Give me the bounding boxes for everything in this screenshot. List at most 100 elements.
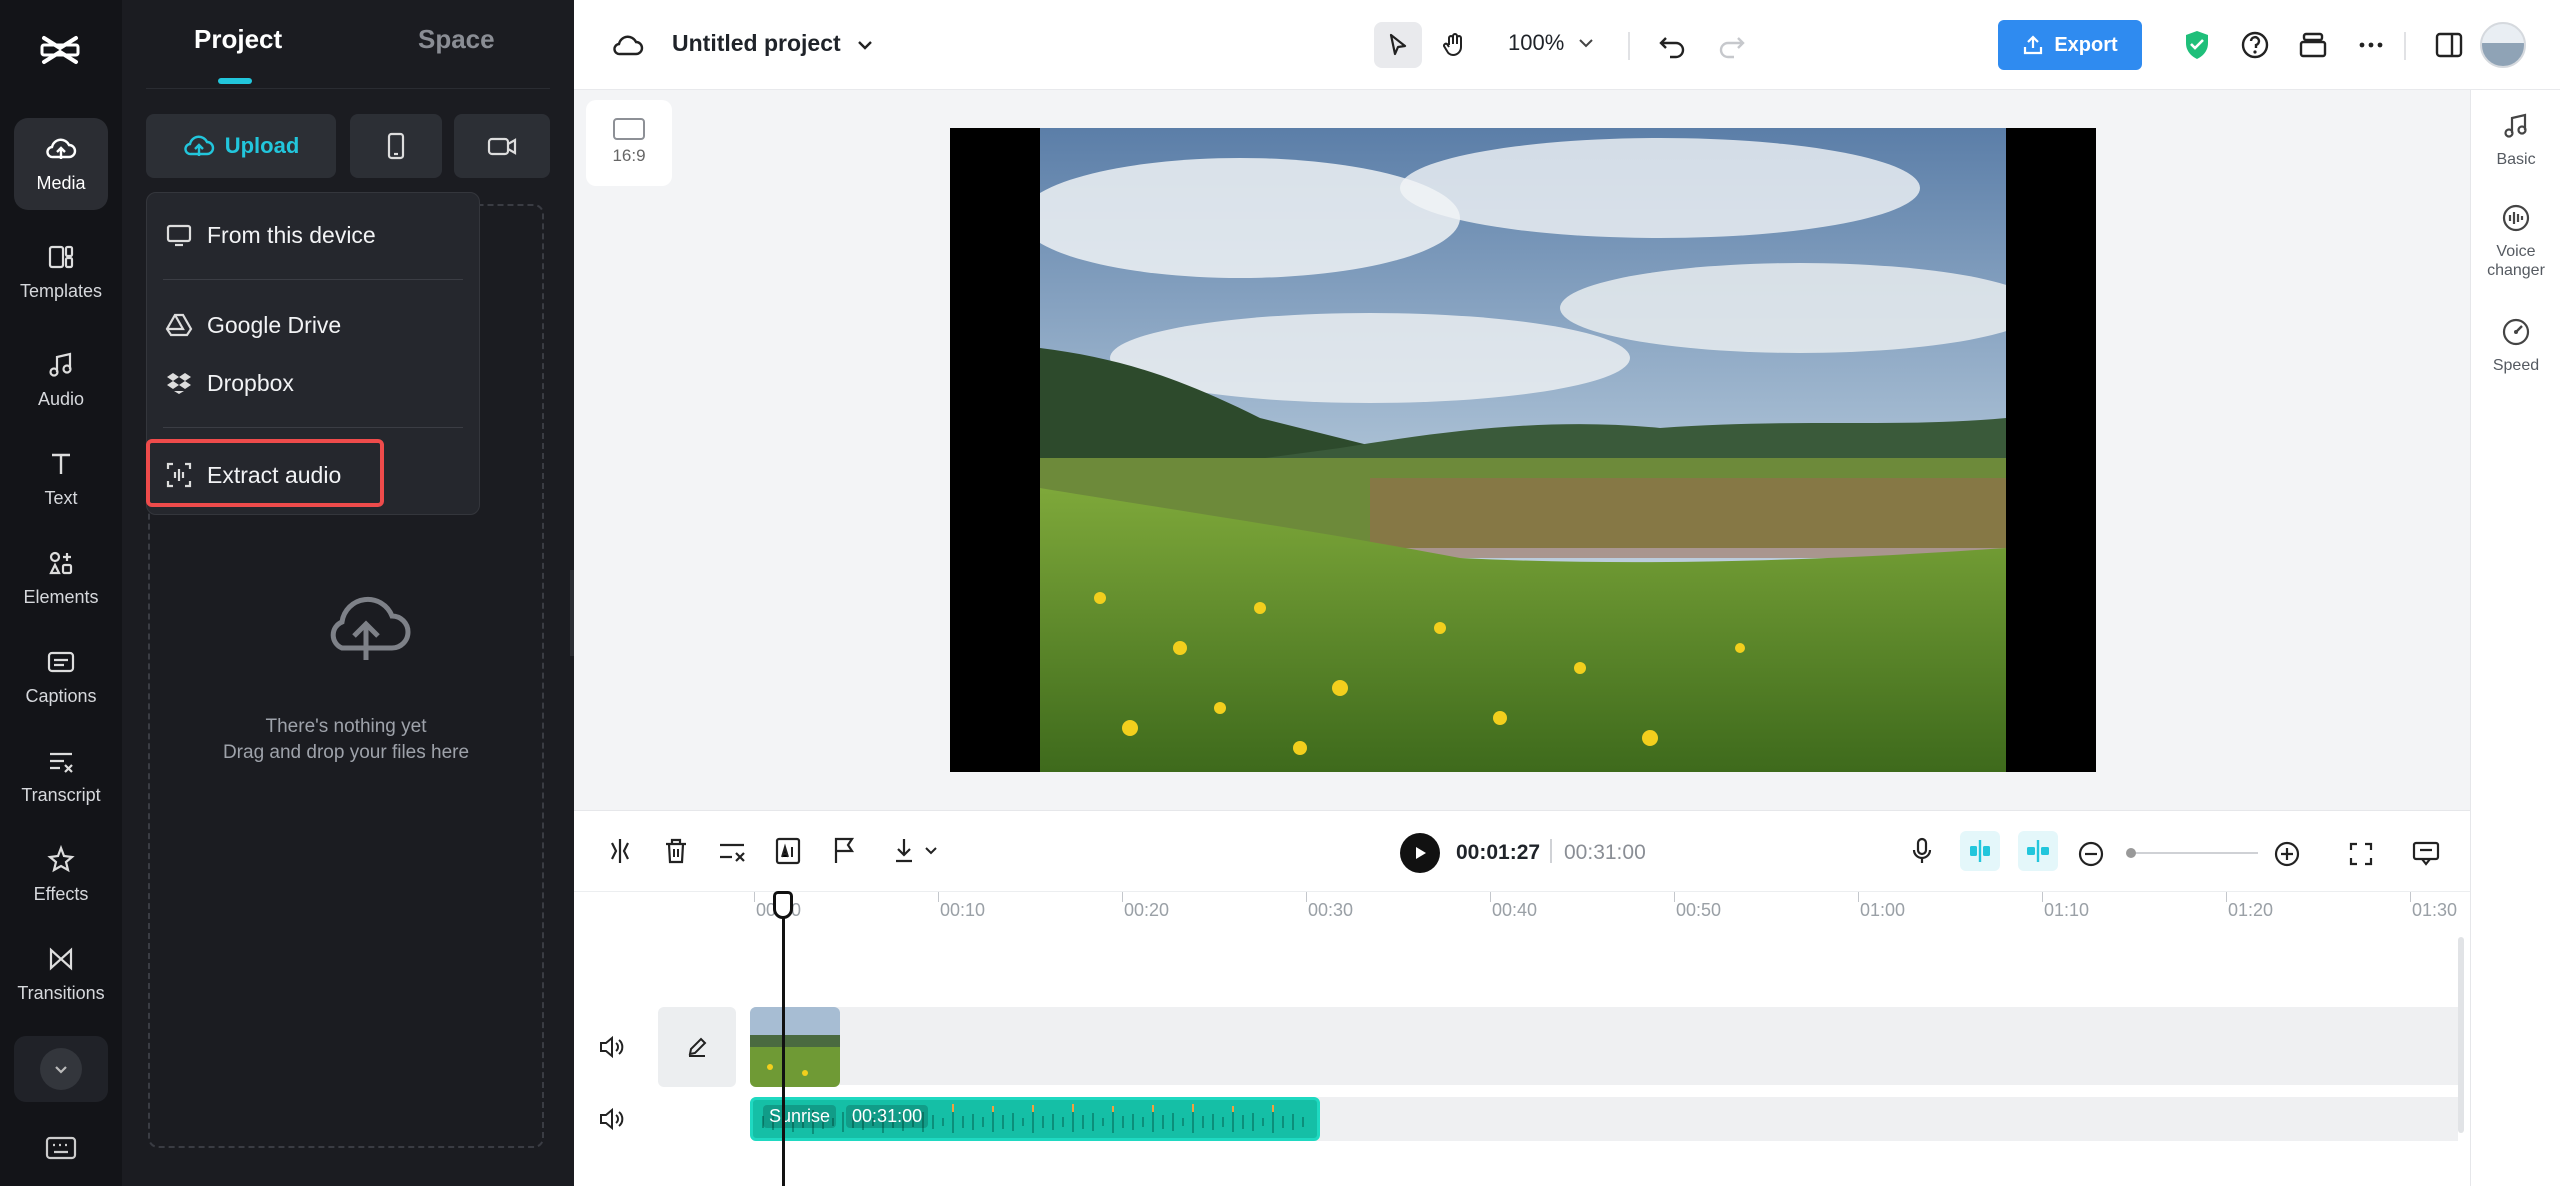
top-bar: Untitled project 100% Export (574, 0, 2560, 90)
avatar[interactable] (2480, 22, 2526, 68)
zoom-value: 100% (1508, 30, 1565, 55)
playhead-line[interactable] (782, 915, 785, 1186)
record-button[interactable] (454, 114, 550, 178)
rail-item-transitions[interactable]: Transitions (14, 928, 108, 1020)
flag-marker-icon[interactable] (826, 833, 862, 869)
transitions-icon (49, 947, 73, 971)
speaker-icon[interactable] (596, 1032, 626, 1062)
rail-label: Audio (37, 389, 85, 409)
project-title[interactable]: Untitled project (672, 30, 841, 57)
timeline-zoom-knob[interactable] (2126, 848, 2136, 858)
magnet-snap-icon (1970, 840, 1990, 862)
tick-label: 00:50 (1676, 900, 1722, 920)
video-clip[interactable] (750, 1007, 840, 1087)
property-speed[interactable]: Speed (2471, 316, 2560, 375)
text-icon (52, 453, 70, 474)
rail-item-media[interactable]: Media (14, 118, 108, 210)
property-voice-changer[interactable]: Voice changer (2471, 202, 2560, 280)
zoom-dropdown[interactable]: 100% (1508, 30, 1596, 56)
chevron-down-icon (1579, 39, 1593, 48)
link-tracks-button[interactable] (2018, 831, 2058, 871)
audio-clip[interactable]: Sunrise 00:31:00 (750, 1097, 1320, 1141)
media-cloud-icon (46, 138, 77, 159)
aspect-ratio-label: 16:9 (612, 146, 646, 165)
rail-item-audio[interactable]: Audio (14, 334, 108, 426)
rail-label: Media (36, 173, 86, 193)
more-options-icon[interactable] (2354, 28, 2388, 62)
property-basic[interactable]: Basic (2471, 110, 2560, 169)
rail-label: Elements (23, 587, 99, 607)
rail-item-effects[interactable]: Effects (14, 829, 108, 921)
video-preview[interactable] (950, 128, 2096, 772)
redo-icon[interactable] (1714, 28, 1748, 62)
landscape-preview-image (1040, 128, 2006, 772)
cut-scene-icon[interactable] (714, 833, 750, 869)
menu-item-google-drive[interactable]: Google Drive (165, 305, 341, 345)
divider (163, 279, 463, 280)
tick-label: 01:30 (2412, 900, 2458, 920)
cloud-save-icon[interactable] (612, 30, 644, 60)
menu-item-from-device[interactable]: From this device (165, 215, 376, 255)
undo-icon[interactable] (1656, 28, 1690, 62)
timeline-scrollbar[interactable] (2458, 937, 2464, 1133)
menu-item-dropbox[interactable]: Dropbox (165, 363, 294, 403)
zoom-out-icon[interactable] (2076, 839, 2106, 869)
capcut-logo-icon[interactable] (38, 28, 82, 72)
fullscreen-icon[interactable] (2346, 839, 2376, 869)
shield-check-icon[interactable] (2180, 28, 2214, 62)
zoom-in-icon[interactable] (2272, 839, 2302, 869)
upload-label: Upload (224, 133, 300, 158)
timeline-zoom-slider[interactable] (2128, 852, 2258, 854)
rail-item-elements[interactable]: Elements (14, 532, 108, 624)
rail-label: Templates (19, 281, 103, 301)
play-button[interactable] (1400, 833, 1440, 873)
chevron-down-icon[interactable] (854, 34, 876, 56)
split-icon[interactable] (602, 833, 638, 869)
download-icon[interactable] (890, 833, 946, 869)
layers-icon[interactable] (2296, 28, 2330, 62)
upload-button[interactable]: Upload (146, 114, 336, 178)
microphone-button[interactable] (1902, 831, 1942, 871)
divider (1628, 32, 1630, 60)
tab-space[interactable]: Space (418, 24, 495, 55)
help-icon[interactable] (2238, 28, 2272, 62)
time-ruler[interactable]: 00:00 00:10 00:20 00:30 00:40 00:50 01:0… (574, 891, 2470, 931)
ai-frame-icon[interactable] (770, 833, 806, 869)
audio-clip-duration: 00:31:00 (846, 1105, 929, 1128)
divider (1550, 839, 1552, 863)
keyboard-icon[interactable] (44, 1134, 78, 1162)
select-tool-button[interactable] (1374, 22, 1422, 68)
video-track[interactable] (754, 1007, 2458, 1085)
trash-icon[interactable] (658, 833, 694, 869)
phone-upload-button[interactable] (350, 114, 442, 178)
split-link-icon (2027, 840, 2049, 862)
rail-item-text[interactable]: Text (14, 433, 108, 525)
rail-label: Transitions (17, 983, 105, 1003)
timeline-panel: 00:01:27 00:31:00 00:00 00:10 00:20 00:3… (574, 810, 2470, 1186)
divider (2404, 32, 2406, 60)
tick-label: 00:20 (1124, 900, 1170, 920)
google-drive-icon (165, 313, 193, 337)
rail-item-transcript[interactable]: Transcript (14, 730, 108, 822)
rail-label: Effects (33, 884, 89, 904)
export-button[interactable]: Export (1998, 20, 2142, 70)
speaker-icon[interactable] (596, 1104, 626, 1134)
feedback-icon[interactable] (2410, 837, 2442, 869)
microphone-icon (1912, 837, 1932, 863)
hand-tool-button[interactable] (1430, 22, 1478, 68)
rail-label: Text (44, 488, 78, 508)
templates-icon (48, 245, 74, 269)
rail-more-button[interactable] (14, 1036, 108, 1102)
tick-label: 01:20 (2228, 900, 2274, 920)
rail-item-captions[interactable]: Captions (14, 631, 108, 723)
auto-snap-button[interactable] (1960, 831, 2000, 871)
menu-item-label: Google Drive (207, 311, 342, 338)
rail-item-templates[interactable]: Templates (14, 226, 108, 318)
aspect-ratio-button[interactable]: 16:9 (586, 100, 672, 186)
upload-cloud-icon (184, 135, 214, 156)
panel-layout-icon[interactable] (2432, 28, 2466, 62)
tab-project[interactable]: Project (194, 24, 282, 55)
menu-item-label: From this device (207, 221, 376, 248)
playhead-handle[interactable] (773, 891, 793, 919)
edit-cover-button[interactable] (658, 1007, 736, 1087)
